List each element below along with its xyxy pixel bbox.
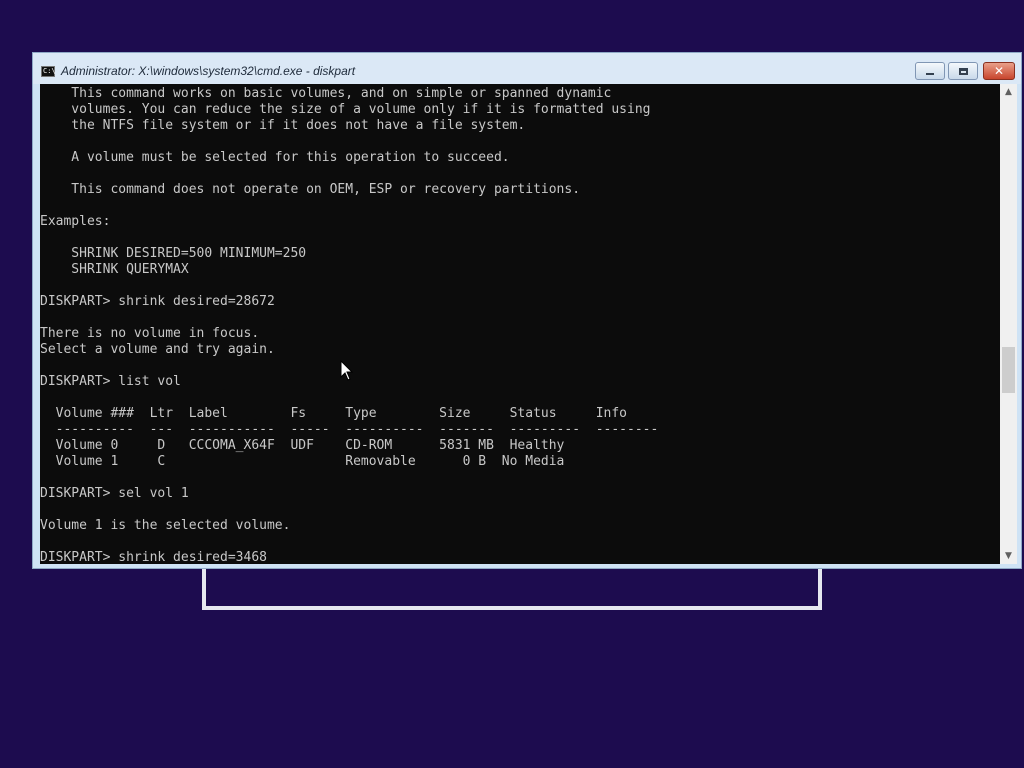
close-icon: ✕ <box>993 64 1005 78</box>
console-line: This command works on basic volumes, and… <box>40 86 612 101</box>
console-line: DISKPART> list vol <box>40 374 181 389</box>
console-text: This command works on basic volumes, and… <box>40 84 1000 564</box>
console-line: SHRINK DESIRED=500 MINIMUM=250 <box>40 246 307 261</box>
console-line: Volume 1 C Removable 0 B No Media <box>40 454 565 469</box>
console-line: SHRINK QUERYMAX <box>40 262 189 277</box>
console-line: Volume ### Ltr Label Fs Type Size Status… <box>40 406 627 421</box>
console-line: A volume must be selected for this opera… <box>40 150 510 165</box>
title-bar[interactable]: C:\ Administrator: X:\windows\system32\c… <box>33 53 1021 84</box>
console-line: There is no volume in focus. <box>40 326 260 341</box>
cmd-icon[interactable]: C:\ <box>41 66 56 77</box>
maximize-icon <box>958 67 968 75</box>
console-line: DISKPART> sel vol 1 <box>40 486 189 501</box>
window-title: Administrator: X:\windows\system32\cmd.e… <box>61 64 356 78</box>
minimize-icon <box>926 72 934 75</box>
maximize-button[interactable] <box>948 62 978 80</box>
console-line: DISKPART> shrink desired=3468 <box>40 550 267 564</box>
console-output[interactable]: This command works on basic volumes, and… <box>40 84 1000 564</box>
console-line: Examples: <box>40 214 111 229</box>
console-line: Volume 0 D CCCOMA_X64F UDF CD-ROM 5831 M… <box>40 438 565 453</box>
console-line: the NTFS file system or if it does not h… <box>40 118 526 133</box>
console-line: volumes. You can reduce the size of a vo… <box>40 102 651 117</box>
close-button[interactable]: ✕ <box>983 62 1015 80</box>
minimize-button[interactable] <box>915 62 945 80</box>
scroll-down-icon[interactable]: ▼ <box>1000 548 1017 564</box>
console-line: ---------- --- ----------- ----- -------… <box>40 422 659 437</box>
console-line: DISKPART> shrink desired=28672 <box>40 294 275 309</box>
cmd-window[interactable]: C:\ Administrator: X:\windows\system32\c… <box>32 52 1022 569</box>
console-line: This command does not operate on OEM, ES… <box>40 182 581 197</box>
console-line: Select a volume and try again. <box>40 342 275 357</box>
vertical-scrollbar[interactable]: ▲ ▼ <box>1000 84 1017 564</box>
console-line: Volume 1 is the selected volume. <box>40 518 291 533</box>
scrollbar-thumb[interactable] <box>1002 347 1015 393</box>
scroll-up-icon[interactable]: ▲ <box>1000 84 1017 100</box>
mouse-pointer-icon <box>340 360 354 381</box>
